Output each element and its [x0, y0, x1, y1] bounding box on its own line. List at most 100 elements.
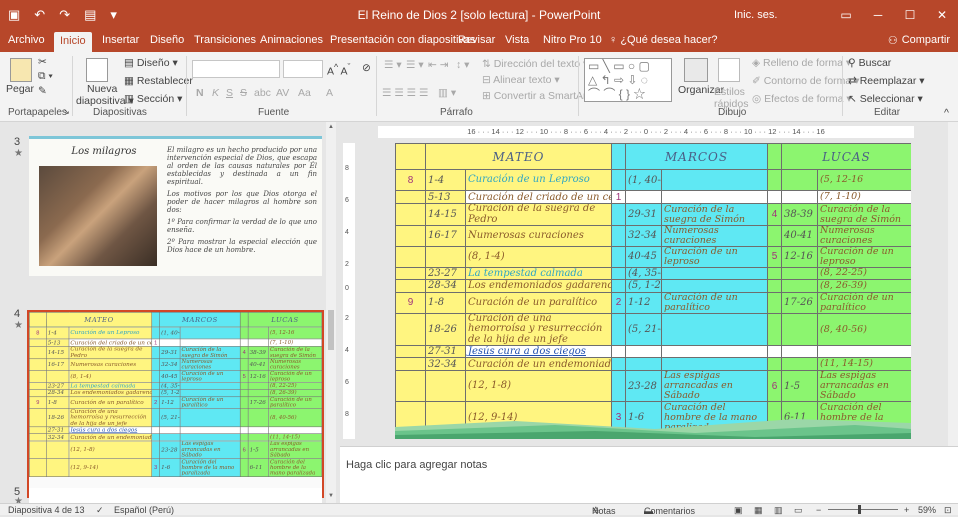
- bold-button[interactable]: N: [196, 87, 204, 99]
- strikethrough-button[interactable]: S: [240, 87, 247, 99]
- tab-nitro[interactable]: Nitro Pro 10: [543, 34, 602, 46]
- cut-icon[interactable]: ✂: [38, 56, 47, 68]
- table-cell: (8, 1-4): [465, 245, 612, 268]
- clear-format-icon[interactable]: ⊘: [362, 62, 371, 74]
- new-slide-icon[interactable]: [86, 58, 108, 82]
- section-button[interactable]: ▥ Sección ▾: [124, 93, 182, 105]
- scroll-thumb[interactable]: [328, 310, 334, 350]
- tell-me-search[interactable]: ♀ ¿Qué desea hacer?: [609, 34, 718, 46]
- slide-thumbnail-4-selected[interactable]: MATEO MARCOS LUCAS 8 1-4 Curación de un Lepro…: [27, 310, 324, 498]
- bullets-icon[interactable]: ☰ ▾: [384, 59, 402, 71]
- layout-button[interactable]: ▤ Diseño ▾: [124, 57, 178, 69]
- collapse-ribbon-icon[interactable]: ^: [944, 107, 949, 119]
- tab-inicio[interactable]: Inicio: [54, 32, 92, 52]
- select-button[interactable]: ↖ Seleccionar ▾: [848, 93, 923, 105]
- tab-revisar[interactable]: Revisar: [458, 34, 495, 46]
- numbering-icon[interactable]: ☰ ▾: [406, 59, 424, 71]
- sorter-view-icon[interactable]: ▦: [754, 505, 763, 516]
- align-icons[interactable]: ☰ ☰ ☰ ☰: [382, 87, 428, 99]
- shapes-gallery[interactable]: ▭ ╲ ▭ ○ ▢ △ ↰ ⇨ ⇩ ◌ ⌒ ⌒ { } ☆: [584, 58, 672, 102]
- tab-animaciones[interactable]: Animaciones: [260, 34, 323, 46]
- reset-button[interactable]: ▦ Restablecer: [124, 75, 193, 87]
- zoom-out-icon[interactable]: −: [816, 505, 821, 515]
- table-cell: [247, 326, 269, 340]
- indent-icon[interactable]: ⇤ ⇥: [428, 59, 449, 71]
- slide-thumbnail-3[interactable]: Los milagros El milagro es un hecho prod…: [29, 136, 322, 276]
- tab-diseno[interactable]: Diseño: [150, 34, 184, 46]
- table-cell: Numerosas curaciones: [817, 225, 911, 247]
- copy-icon[interactable]: ⧉ ▾: [38, 70, 53, 83]
- columns-icon[interactable]: ▥ ▾: [438, 87, 456, 99]
- normal-view-icon[interactable]: ▣: [734, 505, 743, 516]
- zoom-slider-thumb[interactable]: [858, 505, 861, 514]
- font-grow-icon[interactable]: A^ Aˇ: [327, 62, 350, 78]
- tab-vista[interactable]: Vista: [505, 34, 529, 46]
- miracles-table[interactable]: MATEO MARCOS LUCAS 8 1-4 Curación de un Lepro…: [395, 143, 911, 435]
- notes-pane[interactable]: Haga clic para agregar notas: [340, 446, 958, 503]
- replace-button[interactable]: ⇄ Reemplazar ▾: [848, 75, 925, 87]
- fit-slide-icon[interactable]: ⊡: [944, 505, 952, 516]
- table-cell: 6-11: [247, 458, 269, 478]
- miracles-table[interactable]: MATEO MARCOS LUCAS 8 1-4 Curación de un Lepro…: [29, 312, 322, 478]
- zoom-slider[interactable]: [828, 509, 898, 510]
- thumbnails-scrollbar[interactable]: ▲ ▼: [326, 122, 336, 503]
- tab-transiciones[interactable]: Transiciones: [194, 34, 256, 46]
- thumb-number-3: 3: [14, 136, 21, 148]
- paste-icon[interactable]: [10, 58, 32, 82]
- separator: [72, 56, 73, 116]
- close-icon[interactable]: ✕: [926, 0, 958, 30]
- main-vertical-scrollbar[interactable]: [948, 122, 958, 446]
- table-cell: [29, 370, 47, 383]
- dialog-launcher-icon[interactable]: ↘: [63, 107, 70, 116]
- shape-effects-button[interactable]: ◎ Efectos de forma ▾: [752, 93, 852, 105]
- text-direction-button[interactable]: ⇅ Dirección del texto ▾: [482, 58, 588, 70]
- change-case-button[interactable]: Aa: [298, 87, 311, 99]
- slide-canvas[interactable]: MATEO MARCOS LUCAS 8 1-4 Curación de un Lepro…: [395, 143, 911, 439]
- find-button[interactable]: ⚲ Buscar: [848, 57, 891, 69]
- scroll-up-icon[interactable]: ▲: [327, 123, 335, 131]
- font-color-button[interactable]: A: [326, 87, 333, 99]
- table-cell: 6: [239, 440, 249, 460]
- scroll-down-icon[interactable]: ▼: [327, 492, 335, 500]
- tab-insertar[interactable]: Insertar: [102, 34, 139, 46]
- zoom-level[interactable]: 59%: [918, 505, 936, 515]
- minimize-icon[interactable]: ─: [862, 0, 894, 30]
- table-cell: 1-12: [159, 396, 181, 409]
- paste-button[interactable]: Pegar: [6, 83, 34, 95]
- shape-outline-button[interactable]: ✐ Contorno de forma ▾: [752, 75, 859, 87]
- slide-thumbnail-5[interactable]: [29, 488, 322, 503]
- font-name-combo[interactable]: [192, 60, 280, 78]
- maximize-icon[interactable]: ☐: [894, 0, 926, 30]
- share-button[interactable]: ⚇ Compartir: [888, 34, 950, 47]
- table-cell: [239, 426, 249, 435]
- spellcheck-icon[interactable]: ✓: [96, 505, 104, 516]
- shape-fill-button[interactable]: ◈ Relleno de forma ▾: [752, 57, 851, 69]
- italic-button[interactable]: K: [212, 87, 219, 99]
- quick-styles-icon[interactable]: [718, 58, 740, 82]
- line-spacing-icon[interactable]: ↕ ▾: [456, 59, 469, 71]
- table-cell: 29-31: [159, 346, 181, 360]
- arrange-icon[interactable]: [684, 58, 708, 82]
- format-painter-icon[interactable]: ✎: [38, 85, 47, 97]
- zoom-in-icon[interactable]: +: [904, 505, 909, 515]
- text-shadow-icon[interactable]: abc: [254, 87, 271, 99]
- new-slide-label-1[interactable]: Nueva: [87, 83, 117, 95]
- group-label-dibujo: Dibujo: [718, 107, 747, 118]
- font-size-combo[interactable]: [283, 60, 323, 78]
- sign-in-link[interactable]: Inic. ses.: [734, 9, 777, 21]
- table-cell: [179, 338, 241, 347]
- char-spacing-button[interactable]: AV: [276, 87, 289, 99]
- ribbon-display-icon[interactable]: ▭: [830, 0, 862, 30]
- table-cell: [611, 266, 626, 280]
- reading-view-icon[interactable]: ▥: [774, 505, 783, 516]
- align-text-button[interactable]: ⊟ Alinear texto ▾: [482, 74, 560, 86]
- group-label-diapositivas: Diapositivas: [93, 107, 147, 118]
- smartart-button[interactable]: ⊞ Convertir a SmartArt ▾: [482, 90, 598, 102]
- tab-archivo[interactable]: Archivo: [8, 34, 45, 46]
- slideshow-view-icon[interactable]: ▭: [794, 505, 803, 516]
- tab-presentacion[interactable]: Presentación con diapositivas: [330, 34, 476, 46]
- quick-styles-label-1[interactable]: Estilos: [714, 86, 745, 98]
- header-lucas: LUCAS: [781, 143, 911, 170]
- language-indicator[interactable]: Español (Perú): [114, 505, 174, 515]
- underline-button[interactable]: S: [226, 87, 233, 99]
